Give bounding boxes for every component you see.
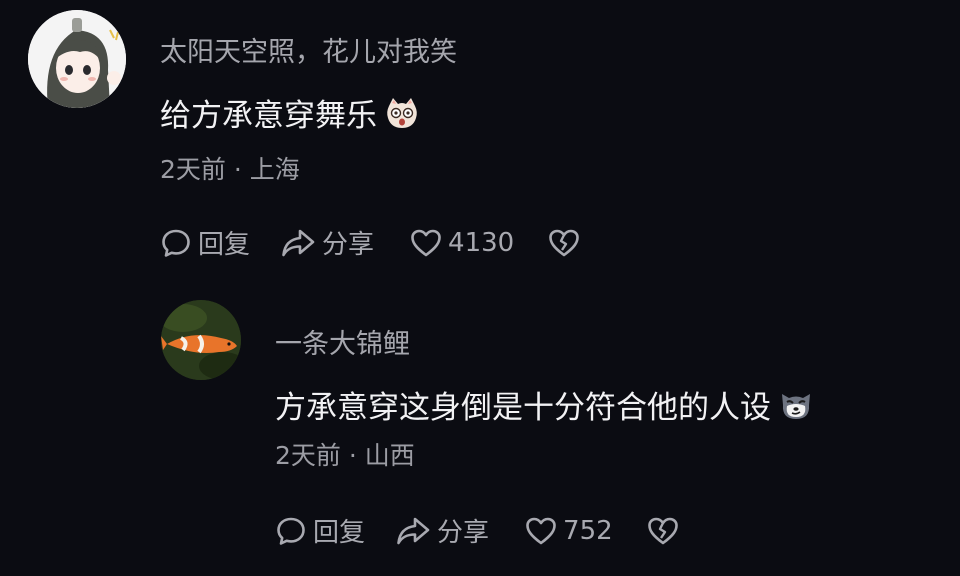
heart-icon — [411, 229, 441, 256]
dislike-button[interactable] — [548, 228, 580, 258]
share-arrow-icon — [397, 517, 430, 544]
smug-wolf-emoji-icon — [779, 388, 813, 422]
reply-meta: 2天前 · 山西 — [275, 441, 415, 470]
comment-meta: 2天前 · 上海 — [160, 155, 300, 184]
comment-text: 给方承意穿舞乐 — [160, 90, 419, 135]
like-count: 4130 — [448, 227, 515, 258]
share-label: 分享 — [437, 518, 490, 548]
like-count: 752 — [563, 515, 613, 546]
broken-heart-icon — [647, 517, 678, 544]
broken-heart-icon — [549, 229, 580, 256]
reply-bubble-icon — [162, 229, 190, 257]
reply-username[interactable]: 一条大锦鲤 — [275, 322, 410, 361]
share-button[interactable]: 分享 — [395, 512, 489, 549]
comment-text-body: 给方承意穿舞乐 — [160, 98, 377, 134]
heart-icon — [526, 517, 556, 544]
reply-text-body: 方承意穿这身倒是十分符合他的人设 — [275, 390, 771, 426]
user-avatar[interactable] — [28, 10, 126, 108]
reply-label: 回复 — [313, 518, 366, 548]
share-button[interactable]: 分享 — [280, 224, 374, 261]
comment-username[interactable]: 太阳天空照，花儿对我笑 — [160, 30, 457, 69]
anime-avatar-icon — [28, 10, 126, 108]
reply-text: 方承意穿这身倒是十分符合他的人设 — [275, 382, 813, 427]
reply-actions: 回复 分享 752 — [275, 512, 679, 549]
like-button[interactable]: 752 — [525, 516, 613, 546]
reply-button[interactable]: 回复 — [275, 512, 365, 549]
surprised-cat-emoji-icon — [385, 96, 419, 130]
share-arrow-icon — [282, 229, 315, 256]
reply-user-avatar[interactable] — [161, 300, 241, 380]
reply-button[interactable]: 回复 — [160, 224, 250, 261]
reply-label: 回复 — [198, 230, 251, 260]
like-button[interactable]: 4130 — [410, 228, 514, 258]
koi-fish-avatar-icon — [161, 300, 241, 380]
comment-actions: 回复 分享 4130 — [160, 224, 580, 261]
share-label: 分享 — [322, 230, 375, 260]
dislike-button[interactable] — [647, 516, 679, 546]
reply-bubble-icon — [277, 517, 305, 545]
